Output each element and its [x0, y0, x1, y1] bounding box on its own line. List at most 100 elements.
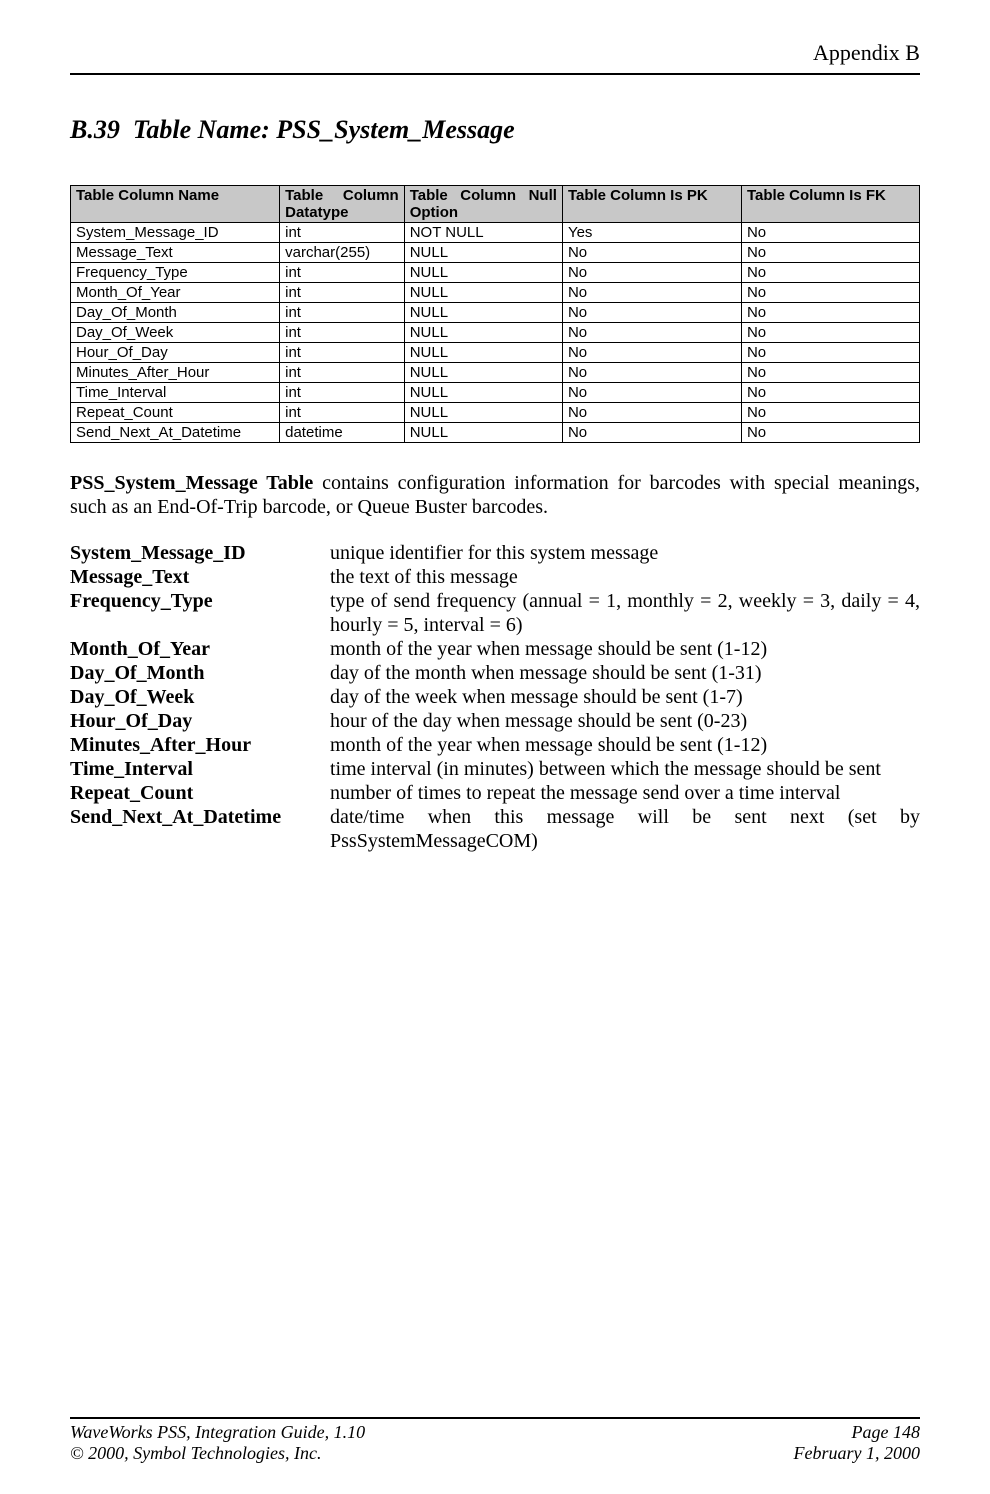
table-cell: Time_Interval: [71, 383, 280, 403]
definition-row: Day_Of_Monthday of the month when messag…: [70, 661, 920, 685]
table-cell: No: [562, 423, 741, 443]
definition-term: Day_Of_Week: [70, 685, 330, 709]
definition-desc: time interval (in minutes) between which…: [330, 757, 920, 781]
definition-term: Frequency_Type: [70, 589, 330, 637]
intro-paragraph: PSS_System_Message Table contains config…: [70, 471, 920, 519]
table-cell: No: [562, 283, 741, 303]
definition-row: Frequency_Typetype of send frequency (an…: [70, 589, 920, 637]
table-cell: No: [741, 423, 919, 443]
header-rule: [70, 73, 920, 75]
table-cell: NULL: [404, 383, 562, 403]
table-cell: No: [562, 303, 741, 323]
table-cell: datetime: [280, 423, 405, 443]
definition-term: System_Message_ID: [70, 541, 330, 565]
footer-rule: [70, 1417, 920, 1419]
th-part: Column: [343, 187, 399, 204]
table-row: Day_Of_MonthintNULLNoNo: [71, 303, 920, 323]
table-cell: No: [741, 283, 919, 303]
table-cell: NULL: [404, 243, 562, 263]
th-col-pk: Table Column Is PK: [562, 186, 741, 223]
definition-term: Minutes_After_Hour: [70, 733, 330, 757]
table-cell: No: [741, 343, 919, 363]
definition-term: Month_Of_Year: [70, 637, 330, 661]
table-cell: NULL: [404, 323, 562, 343]
table-cell: NULL: [404, 343, 562, 363]
table-cell: NULL: [404, 283, 562, 303]
definition-term: Hour_Of_Day: [70, 709, 330, 733]
section-title: B.39 Table Name: PSS_System_Message: [70, 115, 920, 145]
table-cell: int: [280, 283, 405, 303]
th-part: Column: [460, 187, 516, 204]
th-col-nullopt: TableColumnNull Option: [404, 186, 562, 223]
definition-desc: type of send frequency (annual = 1, mont…: [330, 589, 920, 637]
table-cell: No: [741, 383, 919, 403]
th-col-name: Table Column Name: [71, 186, 280, 223]
table-cell: int: [280, 383, 405, 403]
definition-desc: day of the week when message should be s…: [330, 685, 920, 709]
table-header-row: Table Column Name Table Column Datatype T…: [71, 186, 920, 223]
footer-left-1: WaveWorks PSS, Integration Guide, 1.10: [70, 1422, 365, 1443]
table-cell: Frequency_Type: [71, 263, 280, 283]
table-cell: int: [280, 263, 405, 283]
table-cell: No: [562, 343, 741, 363]
footer-left-2: © 2000, Symbol Technologies, Inc.: [70, 1443, 321, 1464]
section-label: Table Name: PSS_System_Message: [133, 115, 515, 144]
table-cell: Minutes_After_Hour: [71, 363, 280, 383]
table-cell: No: [562, 383, 741, 403]
definition-term: Message_Text: [70, 565, 330, 589]
definition-row: Message_Textthe text of this message: [70, 565, 920, 589]
table-row: Day_Of_WeekintNULLNoNo: [71, 323, 920, 343]
table-cell: varchar(255): [280, 243, 405, 263]
footer-right-1: Page 148: [852, 1422, 920, 1443]
footer-right-2: February 1, 2000: [794, 1443, 920, 1464]
table-cell: NOT NULL: [404, 223, 562, 243]
table-cell: int: [280, 223, 405, 243]
definition-row: Send_Next_At_Datetimedate/time when this…: [70, 805, 920, 853]
table-cell: Yes: [562, 223, 741, 243]
table-cell: NULL: [404, 363, 562, 383]
th-part: Datatype: [285, 204, 399, 221]
definition-term: Day_Of_Month: [70, 661, 330, 685]
definition-desc: number of times to repeat the message se…: [330, 781, 920, 805]
table-cell: No: [741, 263, 919, 283]
definition-desc: month of the year when message should be…: [330, 637, 920, 661]
table-cell: No: [562, 363, 741, 383]
table-cell: No: [562, 403, 741, 423]
table-cell: System_Message_ID: [71, 223, 280, 243]
definition-desc: month of the year when message should be…: [330, 733, 920, 757]
table-cell: Day_Of_Month: [71, 303, 280, 323]
definition-row: Time_Intervaltime interval (in minutes) …: [70, 757, 920, 781]
table-cell: No: [741, 243, 919, 263]
table-cell: Message_Text: [71, 243, 280, 263]
table-cell: No: [741, 403, 919, 423]
table-cell: No: [562, 263, 741, 283]
definition-row: Day_Of_Weekday of the week when message …: [70, 685, 920, 709]
table-cell: NULL: [404, 403, 562, 423]
definitions-list: System_Message_IDunique identifier for t…: [70, 541, 920, 853]
definition-desc: the text of this message: [330, 565, 920, 589]
definition-term: Time_Interval: [70, 757, 330, 781]
th-col-fk: Table Column Is FK: [741, 186, 919, 223]
th-part: Null: [529, 187, 557, 204]
table-row: Frequency_TypeintNULLNoNo: [71, 263, 920, 283]
table-cell: NULL: [404, 423, 562, 443]
table-cell: No: [741, 323, 919, 343]
table-row: Repeat_CountintNULLNoNo: [71, 403, 920, 423]
table-cell: NULL: [404, 263, 562, 283]
header-appendix: Appendix B: [70, 40, 920, 66]
table-cell: Month_Of_Year: [71, 283, 280, 303]
definition-desc: day of the month when message should be …: [330, 661, 920, 685]
table-row: System_Message_IDintNOT NULLYesNo: [71, 223, 920, 243]
th-col-datatype: Table Column Datatype: [280, 186, 405, 223]
intro-bold: PSS_System_Message Table: [70, 472, 313, 494]
th-part: Table: [285, 187, 323, 204]
schema-table: Table Column Name Table Column Datatype T…: [70, 185, 920, 443]
table-row: Send_Next_At_DatetimedatetimeNULLNoNo: [71, 423, 920, 443]
table-cell: Send_Next_At_Datetime: [71, 423, 280, 443]
table-cell: int: [280, 343, 405, 363]
table-cell: No: [562, 243, 741, 263]
th-part: Option: [410, 204, 557, 221]
definition-row: System_Message_IDunique identifier for t…: [70, 541, 920, 565]
definition-desc: unique identifier for this system messag…: [330, 541, 920, 565]
table-cell: int: [280, 363, 405, 383]
